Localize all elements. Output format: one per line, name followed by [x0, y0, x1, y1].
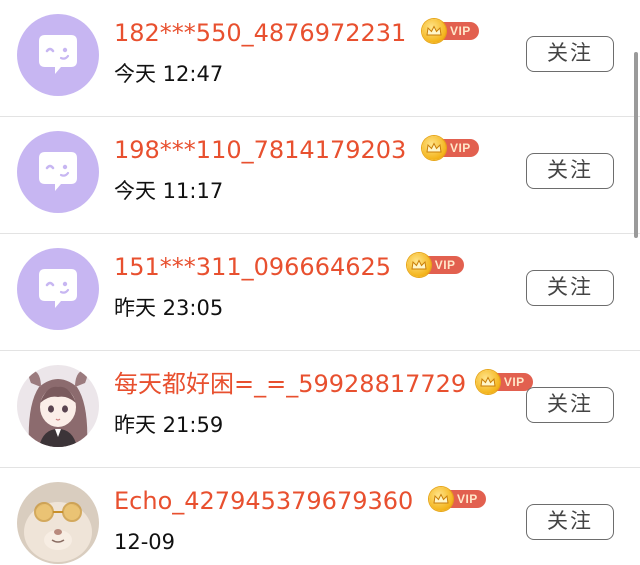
username[interactable]: 151***311_096664625 VIP — [114, 252, 464, 282]
vip-badge: VIP — [475, 370, 533, 394]
timestamp: 今天 12:47 — [114, 62, 224, 86]
timestamp: 昨天 23:05 — [114, 296, 224, 320]
follow-button[interactable]: 关注 — [526, 387, 614, 423]
follow-button[interactable]: 关注 — [526, 270, 614, 306]
crown-icon — [428, 487, 453, 511]
username[interactable]: 每天都好困=_=_59928817729 VIP — [114, 369, 533, 399]
timestamp: 12-09 — [114, 530, 176, 554]
anime-girl-avatar[interactable] — [17, 365, 99, 447]
default-chat-avatar-icon[interactable] — [17, 248, 99, 330]
list-item[interactable]: 182***550_4876972231 VIP 今天 12:47 关注 — [0, 0, 640, 117]
crown-icon — [421, 136, 446, 160]
default-chat-avatar-icon[interactable] — [17, 131, 99, 213]
username[interactable]: Echo_427945379679360 VIP — [114, 486, 486, 516]
crown-icon — [475, 370, 500, 394]
username-text[interactable]: 198***110_7814179203 — [114, 136, 406, 164]
follower-list: 182***550_4876972231 VIP 今天 12:47 关注 198… — [0, 0, 640, 565]
follow-button[interactable]: 关注 — [526, 504, 614, 540]
scrollbar[interactable] — [634, 52, 638, 238]
username-text[interactable]: Echo_427945379679360 — [114, 487, 413, 515]
username[interactable]: 182***550_4876972231 VIP — [114, 18, 479, 48]
crown-icon — [406, 253, 431, 277]
username-text[interactable]: 151***311_096664625 — [114, 253, 391, 281]
username[interactable]: 198***110_7814179203 VIP — [114, 135, 479, 165]
username-text[interactable]: 182***550_4876972231 — [114, 19, 406, 47]
default-chat-avatar-icon[interactable] — [17, 14, 99, 96]
vip-badge: VIP — [406, 253, 464, 277]
follow-button[interactable]: 关注 — [526, 153, 614, 189]
follow-button[interactable]: 关注 — [526, 36, 614, 72]
cat-with-sunglasses-avatar[interactable] — [17, 482, 99, 564]
list-item[interactable]: 每天都好困=_=_59928817729 VIP 昨天 21:59 关注 — [0, 351, 640, 468]
list-item[interactable]: 198***110_7814179203 VIP 今天 11:17 关注 — [0, 117, 640, 234]
vip-badge: VIP — [428, 487, 486, 511]
username-text[interactable]: 每天都好困=_=_59928817729 — [114, 370, 466, 398]
crown-icon — [421, 19, 446, 43]
vip-badge: VIP — [421, 136, 479, 160]
list-item[interactable]: 151***311_096664625 VIP 昨天 23:05 关注 — [0, 234, 640, 351]
vip-badge: VIP — [421, 19, 479, 43]
timestamp: 今天 11:17 — [114, 179, 224, 203]
list-item[interactable]: Echo_427945379679360 VIP 12-09 关注 — [0, 468, 640, 565]
timestamp: 昨天 21:59 — [114, 413, 224, 437]
